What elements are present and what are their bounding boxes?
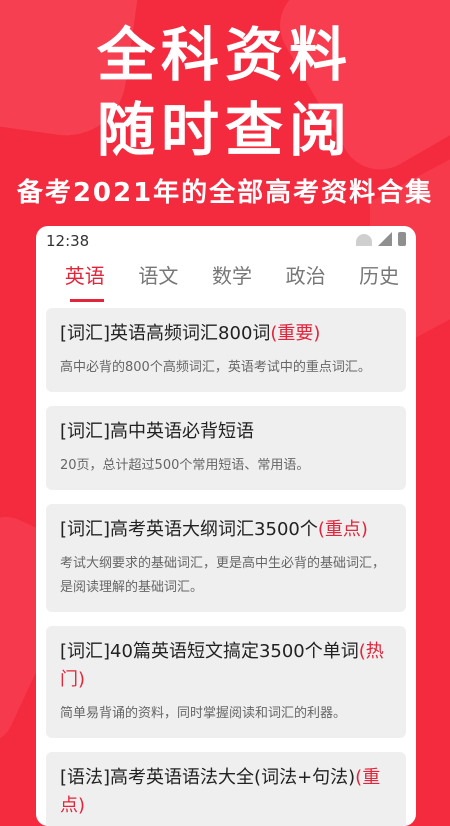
item-description: 高中必背的800个高频词汇，英语考试中的重点词汇。 [60, 360, 371, 375]
tab-chinese[interactable]: 语文 [122, 254, 196, 302]
item-description: 简单易背诵的资料，同时掌握阅读和词汇的利器。 [60, 706, 347, 721]
tab-english[interactable]: 英语 [48, 254, 122, 302]
item-description: 考试大纲要求的基础词汇，更是高中生必背的基础词汇，是阅读理解的基础词汇。 [60, 556, 386, 595]
promo-headline-1: 全科资料 [96, 21, 353, 89]
list-item[interactable]: [词汇]高中英语必背短语 20页，总计超过500个常用短语、常用语。 [46, 406, 406, 490]
item-title: [词汇]40篇英语短文搞定3500个单词(热门) [60, 641, 384, 690]
resource-list: [词汇]英语高频词汇800词(重要) 高中必背的800个高频词汇，英语考试中的重… [36, 302, 416, 826]
phone-screen: 12:38 英语 语文 数学 政治 历史 [词汇]英语高频词汇800词(重要) … [36, 226, 416, 826]
tab-politics[interactable]: 政治 [269, 254, 343, 302]
subject-tabs: 英语 语文 数学 政治 历史 [36, 254, 416, 302]
promo-subtitle: 备考2021年的全部高考资料合集 [16, 178, 434, 208]
wifi-icon [356, 234, 372, 246]
item-title: [语法]高考英语语法大全(词法+句法)(重点) [60, 767, 381, 816]
signal-icon [378, 232, 392, 246]
item-title: [词汇]高考英语大纲词汇3500个(重点) [60, 519, 368, 540]
tab-history[interactable]: 历史 [342, 254, 416, 302]
list-item[interactable]: [词汇]英语高频词汇800词(重要) 高中必背的800个高频词汇，英语考试中的重… [46, 308, 406, 392]
promo-headline-2: 随时查阅 [96, 96, 353, 164]
list-item[interactable]: [词汇]高考英语大纲词汇3500个(重点) 考试大纲要求的基础词汇，更是高中生必… [46, 504, 406, 612]
list-item[interactable]: [语法]高考英语语法大全(词法+句法)(重点) [46, 752, 406, 826]
battery-icon [398, 232, 406, 246]
status-time: 12:38 [46, 232, 90, 250]
item-title: [词汇]高中英语必背短语 [60, 421, 255, 442]
item-title: [词汇]英语高频词汇800词(重要) [60, 323, 321, 344]
status-bar: 12:38 [36, 226, 416, 254]
item-tag: (重要) [270, 323, 321, 344]
item-description: 20页，总计超过500个常用短语、常用语。 [60, 458, 310, 473]
tab-math[interactable]: 数学 [195, 254, 269, 302]
list-item[interactable]: [词汇]40篇英语短文搞定3500个单词(热门) 简单易背诵的资料，同时掌握阅读… [46, 626, 406, 738]
status-icons [356, 232, 406, 246]
item-tag: (重点) [317, 519, 368, 540]
